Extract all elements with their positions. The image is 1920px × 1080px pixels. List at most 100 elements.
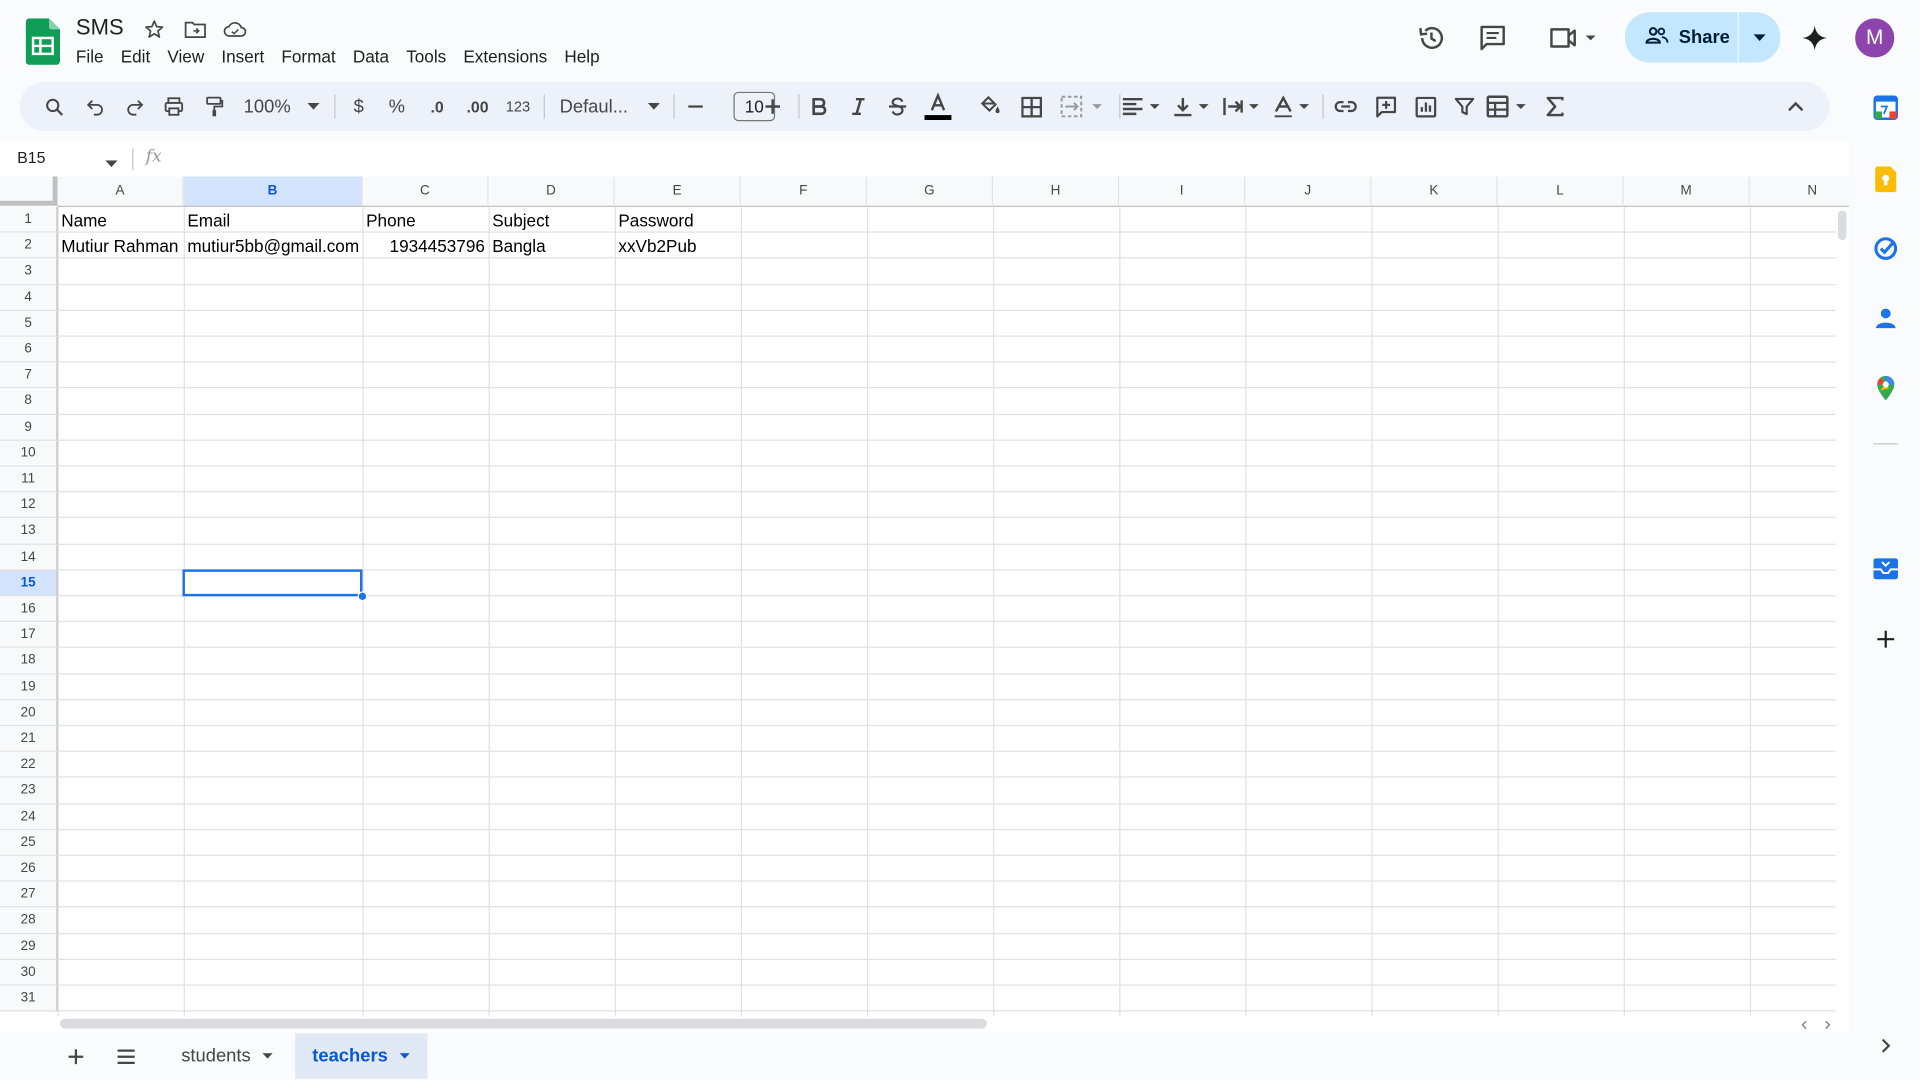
text-wrapping-icon[interactable] bbox=[1222, 92, 1264, 121]
move-folder-icon[interactable] bbox=[182, 17, 206, 41]
zoom-select[interactable]: 100% bbox=[244, 92, 320, 121]
column-header-c[interactable]: C bbox=[362, 176, 489, 207]
name-box[interactable]: B15 bbox=[17, 148, 45, 166]
menu-edit[interactable]: Edit bbox=[112, 44, 159, 68]
more-formats-button[interactable]: 123 bbox=[504, 92, 531, 121]
merge-cells-icon[interactable] bbox=[1060, 92, 1104, 121]
horizontal-align-icon[interactable] bbox=[1122, 92, 1164, 121]
column-header-a[interactable]: A bbox=[57, 176, 184, 207]
cloud-status-icon[interactable] bbox=[223, 17, 247, 41]
cell-d2[interactable]: Bangla bbox=[489, 233, 615, 259]
chevron-down-icon[interactable] bbox=[399, 1053, 410, 1059]
menu-help[interactable]: Help bbox=[556, 44, 608, 68]
row-header-19[interactable]: 19 bbox=[0, 674, 58, 701]
row-header-10[interactable]: 10 bbox=[0, 440, 58, 467]
fill-handle[interactable] bbox=[357, 591, 368, 602]
vertical-scroll-thumb[interactable] bbox=[1837, 210, 1847, 241]
column-header-e[interactable]: E bbox=[614, 176, 741, 207]
row-header-23[interactable]: 23 bbox=[0, 778, 58, 804]
bold-icon[interactable] bbox=[806, 92, 833, 121]
row-header-5[interactable]: 5 bbox=[0, 310, 58, 337]
column-header-g[interactable]: G bbox=[866, 176, 994, 207]
cell-b2[interactable]: mutiur5bb@gmail.com bbox=[184, 233, 363, 259]
paint-format-icon[interactable] bbox=[201, 92, 228, 121]
row-header-14[interactable]: 14 bbox=[0, 544, 58, 571]
menu-data[interactable]: Data bbox=[344, 44, 397, 68]
row-header-28[interactable]: 28 bbox=[0, 907, 58, 934]
row-header-2[interactable]: 2 bbox=[0, 232, 58, 259]
share-button[interactable]: Share bbox=[1624, 12, 1781, 63]
row-header-8[interactable]: 8 bbox=[0, 388, 58, 415]
collapse-toolbar-icon[interactable] bbox=[1782, 92, 1809, 121]
row-header-9[interactable]: 9 bbox=[0, 414, 58, 441]
share-main-button[interactable]: Share bbox=[1625, 12, 1739, 63]
expand-panel-icon[interactable] bbox=[1872, 1032, 1899, 1059]
selected-cell-outline[interactable] bbox=[182, 569, 363, 597]
cell-c1[interactable]: Phone bbox=[362, 207, 488, 233]
row-header-7[interactable]: 7 bbox=[0, 362, 58, 389]
chevron-down-icon[interactable] bbox=[262, 1053, 273, 1059]
cell-e1[interactable]: Password bbox=[615, 207, 741, 233]
scroll-left-icon[interactable] bbox=[1800, 1020, 1810, 1030]
insert-comment-icon[interactable] bbox=[1373, 92, 1400, 121]
format-percent-button[interactable]: % bbox=[386, 92, 408, 121]
vertical-align-icon[interactable] bbox=[1173, 92, 1212, 121]
filter-icon[interactable] bbox=[1451, 92, 1478, 121]
calendar-icon[interactable] bbox=[1872, 94, 1899, 121]
comments-icon[interactable] bbox=[1474, 20, 1511, 57]
redo-icon[interactable] bbox=[121, 92, 148, 121]
row-header-12[interactable]: 12 bbox=[0, 492, 58, 519]
fill-color-icon[interactable] bbox=[975, 92, 1004, 121]
undo-icon[interactable] bbox=[82, 92, 109, 121]
column-header-m[interactable]: M bbox=[1623, 176, 1750, 207]
functions-icon[interactable] bbox=[1542, 92, 1569, 121]
row-header-22[interactable]: 22 bbox=[0, 752, 58, 779]
row-header-6[interactable]: 6 bbox=[0, 336, 58, 363]
row-header-11[interactable]: 11 bbox=[0, 466, 58, 493]
row-header-15[interactable]: 15 bbox=[0, 570, 58, 597]
row-header-3[interactable]: 3 bbox=[0, 258, 58, 285]
cell-a1[interactable]: Name bbox=[58, 207, 184, 233]
increase-font-size-icon[interactable] bbox=[762, 92, 784, 121]
row-header-1[interactable]: 1 bbox=[0, 206, 58, 233]
cell-a2[interactable]: Mutiur Rahman bbox=[58, 233, 184, 259]
row-header-29[interactable]: 29 bbox=[0, 933, 58, 960]
search-menus-icon[interactable] bbox=[40, 92, 67, 121]
text-rotation-icon[interactable] bbox=[1272, 92, 1314, 121]
decrease-decimal-button[interactable]: .0 bbox=[422, 92, 451, 121]
select-all-corner[interactable] bbox=[0, 176, 58, 206]
strikethrough-icon[interactable] bbox=[884, 92, 911, 121]
row-header-24[interactable]: 24 bbox=[0, 803, 58, 830]
cell-b1[interactable]: Email bbox=[184, 207, 363, 233]
gemini-sparkle-icon[interactable] bbox=[1796, 20, 1833, 57]
column-header-f[interactable]: F bbox=[740, 176, 867, 207]
menu-file[interactable]: File bbox=[67, 44, 112, 68]
filter-views-icon[interactable] bbox=[1486, 92, 1531, 121]
row-header-17[interactable]: 17 bbox=[0, 622, 58, 649]
row-header-16[interactable]: 16 bbox=[0, 596, 58, 623]
get-addons-icon[interactable] bbox=[1872, 626, 1899, 653]
row-header-30[interactable]: 30 bbox=[0, 959, 58, 986]
sheet-tab-students[interactable]: students bbox=[164, 1033, 290, 1078]
share-dropdown-icon[interactable] bbox=[1739, 33, 1781, 41]
column-header-i[interactable]: I bbox=[1119, 176, 1246, 207]
row-header-18[interactable]: 18 bbox=[0, 648, 58, 675]
increase-decimal-button[interactable]: .00 bbox=[462, 92, 494, 121]
version-history-icon[interactable] bbox=[1413, 20, 1450, 57]
horizontal-scroll-thumb[interactable] bbox=[60, 1018, 987, 1029]
tasks-icon[interactable] bbox=[1872, 235, 1899, 262]
row-header-13[interactable]: 13 bbox=[0, 518, 58, 545]
all-sheets-icon[interactable] bbox=[113, 1043, 140, 1070]
insert-chart-icon[interactable] bbox=[1412, 92, 1439, 121]
menu-extensions[interactable]: Extensions bbox=[455, 44, 556, 68]
menu-tools[interactable]: Tools bbox=[398, 44, 455, 68]
column-header-n[interactable]: N bbox=[1749, 176, 1849, 207]
spreadsheet-grid[interactable]: A B C D E F G H I J K L M N 1 2 3 4 5 6 7 8 9 10 11 12 13 14 15 16 17 1… bbox=[0, 176, 1849, 1017]
cell-d1[interactable]: Subject bbox=[489, 207, 615, 233]
document-title[interactable]: SMS bbox=[76, 15, 124, 41]
meet-video-icon[interactable] bbox=[1545, 20, 1599, 57]
insert-link-icon[interactable] bbox=[1332, 92, 1359, 121]
row-header-26[interactable]: 26 bbox=[0, 855, 58, 882]
menu-format[interactable]: Format bbox=[273, 44, 344, 68]
keep-notes-icon[interactable] bbox=[1872, 165, 1899, 192]
